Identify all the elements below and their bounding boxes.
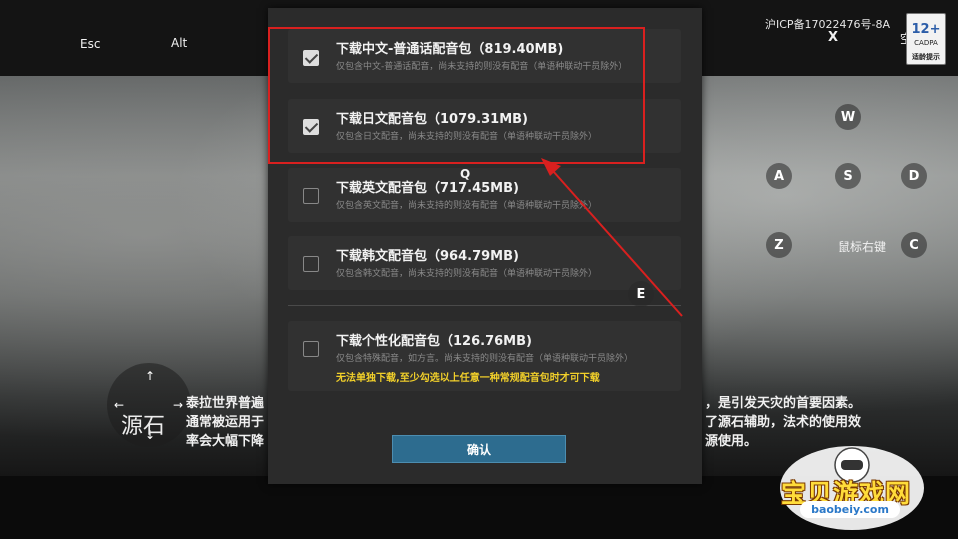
gamepad-body-icon bbox=[841, 460, 863, 470]
watermark-logo bbox=[780, 446, 924, 530]
watermark-url: baobeiy.com bbox=[800, 501, 900, 518]
